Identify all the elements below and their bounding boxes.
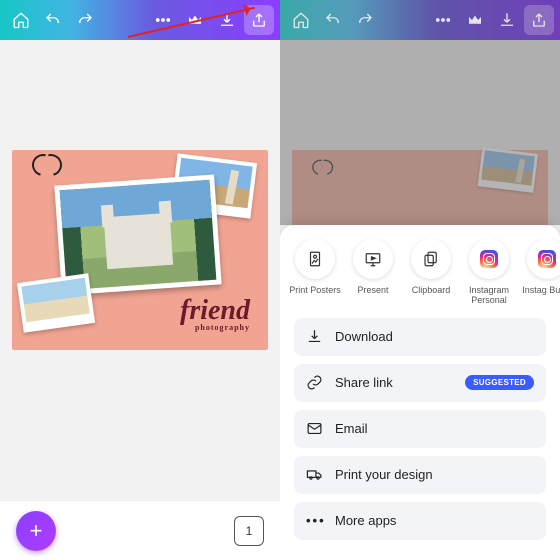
share-target-label: Print Posters — [289, 285, 341, 295]
share-button[interactable] — [524, 5, 554, 35]
title: friend — [180, 295, 250, 326]
home-button[interactable] — [6, 5, 36, 35]
editor-toolbar — [280, 0, 560, 40]
pro-crown-button[interactable] — [460, 5, 490, 35]
option-print[interactable]: Print your design — [294, 456, 546, 494]
editor-bottom-bar: + 1 — [0, 500, 280, 560]
design-preview[interactable]: friend photography — [12, 150, 268, 350]
modal-scrim[interactable] — [280, 40, 560, 225]
share-options-list: Download Share link SUGGESTED Email Prin… — [280, 318, 560, 540]
home-button[interactable] — [286, 5, 316, 35]
share-target-instagram-business[interactable]: Instag Busin — [520, 239, 560, 306]
redo-button[interactable] — [350, 5, 380, 35]
present-icon — [364, 250, 382, 268]
clipboard-icon — [422, 250, 440, 268]
instagram-icon — [538, 250, 556, 268]
redo-button[interactable] — [70, 5, 100, 35]
canvas-area[interactable]: friend photography — [0, 40, 280, 500]
email-icon — [306, 420, 323, 437]
design-title-text: friend photography — [180, 299, 250, 332]
editor-screen: friend photography + 1 — [0, 0, 280, 560]
option-label: Email — [335, 421, 368, 436]
polaroid-photo — [17, 273, 95, 333]
option-download[interactable]: Download — [294, 318, 546, 356]
option-label: Share link — [335, 375, 393, 390]
share-target-label: Instag Busin — [522, 285, 560, 295]
share-target-clipboard[interactable]: Clipboard — [404, 239, 458, 306]
option-label: Print your design — [335, 467, 433, 482]
option-label: Download — [335, 329, 393, 344]
add-element-button[interactable]: + — [16, 511, 56, 551]
more-button[interactable] — [428, 5, 458, 35]
heart-scribble-icon — [32, 154, 60, 178]
undo-button[interactable] — [318, 5, 348, 35]
more-icon: ••• — [306, 513, 323, 528]
link-icon — [306, 374, 323, 391]
share-target-label: Clipboard — [412, 285, 451, 295]
share-target-label: Instagram Personal — [462, 285, 516, 306]
pages-count: 1 — [246, 524, 253, 538]
option-email[interactable]: Email — [294, 410, 546, 448]
option-more-apps[interactable]: ••• More apps — [294, 502, 546, 540]
truck-icon — [306, 466, 323, 483]
undo-button[interactable] — [38, 5, 68, 35]
option-share-link[interactable]: Share link SUGGESTED — [294, 364, 546, 402]
download-button[interactable] — [492, 5, 522, 35]
share-sheet: Print Posters Present Clipboard Instagra… — [280, 225, 560, 560]
share-target-present[interactable]: Present — [346, 239, 400, 306]
share-target-print-posters[interactable]: Print Posters — [288, 239, 342, 306]
pages-button[interactable]: 1 — [234, 516, 264, 546]
share-sheet-screen: Print Posters Present Clipboard Instagra… — [280, 0, 560, 560]
poster-icon — [306, 250, 324, 268]
suggested-badge: SUGGESTED — [465, 375, 534, 390]
instagram-icon — [480, 250, 498, 268]
share-target-label: Present — [357, 285, 388, 295]
share-target-instagram-personal[interactable]: Instagram Personal — [462, 239, 516, 306]
option-label: More apps — [335, 513, 396, 528]
share-targets-row[interactable]: Print Posters Present Clipboard Instagra… — [280, 239, 560, 318]
download-icon — [306, 328, 323, 345]
